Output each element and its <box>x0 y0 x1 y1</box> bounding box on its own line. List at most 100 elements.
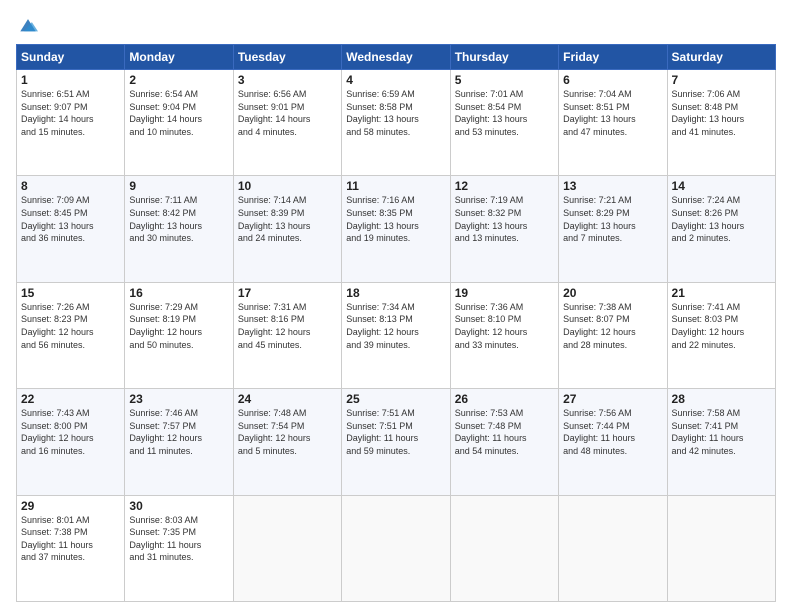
cell-info: Sunrise: 7:19 AM Sunset: 8:32 PM Dayligh… <box>455 194 554 244</box>
calendar-cell: 25Sunrise: 7:51 AM Sunset: 7:51 PM Dayli… <box>342 389 450 495</box>
day-of-week-thursday: Thursday <box>450 45 558 70</box>
day-number: 23 <box>129 392 228 406</box>
cell-info: Sunrise: 7:41 AM Sunset: 8:03 PM Dayligh… <box>672 301 771 351</box>
day-number: 3 <box>238 73 337 87</box>
cell-info: Sunrise: 6:54 AM Sunset: 9:04 PM Dayligh… <box>129 88 228 138</box>
calendar-cell: 3Sunrise: 6:56 AM Sunset: 9:01 PM Daylig… <box>233 70 341 176</box>
calendar-cell: 8Sunrise: 7:09 AM Sunset: 8:45 PM Daylig… <box>17 176 125 282</box>
day-number: 25 <box>346 392 445 406</box>
cell-info: Sunrise: 7:14 AM Sunset: 8:39 PM Dayligh… <box>238 194 337 244</box>
calendar-cell: 9Sunrise: 7:11 AM Sunset: 8:42 PM Daylig… <box>125 176 233 282</box>
day-number: 19 <box>455 286 554 300</box>
cell-info: Sunrise: 7:24 AM Sunset: 8:26 PM Dayligh… <box>672 194 771 244</box>
cell-info: Sunrise: 6:51 AM Sunset: 9:07 PM Dayligh… <box>21 88 120 138</box>
day-number: 20 <box>563 286 662 300</box>
day-number: 22 <box>21 392 120 406</box>
day-number: 27 <box>563 392 662 406</box>
cell-info: Sunrise: 7:21 AM Sunset: 8:29 PM Dayligh… <box>563 194 662 244</box>
day-of-week-wednesday: Wednesday <box>342 45 450 70</box>
day-number: 28 <box>672 392 771 406</box>
calendar-cell: 10Sunrise: 7:14 AM Sunset: 8:39 PM Dayli… <box>233 176 341 282</box>
day-number: 14 <box>672 179 771 193</box>
calendar-cell: 22Sunrise: 7:43 AM Sunset: 8:00 PM Dayli… <box>17 389 125 495</box>
day-of-week-saturday: Saturday <box>667 45 775 70</box>
calendar-cell: 16Sunrise: 7:29 AM Sunset: 8:19 PM Dayli… <box>125 282 233 388</box>
calendar-cell: 11Sunrise: 7:16 AM Sunset: 8:35 PM Dayli… <box>342 176 450 282</box>
cell-info: Sunrise: 7:34 AM Sunset: 8:13 PM Dayligh… <box>346 301 445 351</box>
day-of-week-sunday: Sunday <box>17 45 125 70</box>
day-number: 18 <box>346 286 445 300</box>
calendar-container: SundayMondayTuesdayWednesdayThursdayFrid… <box>0 0 792 612</box>
day-number: 12 <box>455 179 554 193</box>
day-number: 29 <box>21 499 120 513</box>
calendar-cell: 6Sunrise: 7:04 AM Sunset: 8:51 PM Daylig… <box>559 70 667 176</box>
cell-info: Sunrise: 7:38 AM Sunset: 8:07 PM Dayligh… <box>563 301 662 351</box>
calendar-cell: 1Sunrise: 6:51 AM Sunset: 9:07 PM Daylig… <box>17 70 125 176</box>
calendar-cell: 19Sunrise: 7:36 AM Sunset: 8:10 PM Dayli… <box>450 282 558 388</box>
day-number: 24 <box>238 392 337 406</box>
cell-info: Sunrise: 7:51 AM Sunset: 7:51 PM Dayligh… <box>346 407 445 457</box>
day-number: 7 <box>672 73 771 87</box>
cell-info: Sunrise: 7:31 AM Sunset: 8:16 PM Dayligh… <box>238 301 337 351</box>
calendar-cell: 12Sunrise: 7:19 AM Sunset: 8:32 PM Dayli… <box>450 176 558 282</box>
day-of-week-friday: Friday <box>559 45 667 70</box>
calendar-cell: 14Sunrise: 7:24 AM Sunset: 8:26 PM Dayli… <box>667 176 775 282</box>
cell-info: Sunrise: 6:59 AM Sunset: 8:58 PM Dayligh… <box>346 88 445 138</box>
cell-info: Sunrise: 8:03 AM Sunset: 7:35 PM Dayligh… <box>129 514 228 564</box>
day-number: 26 <box>455 392 554 406</box>
calendar-cell <box>667 495 775 601</box>
calendar-cell: 26Sunrise: 7:53 AM Sunset: 7:48 PM Dayli… <box>450 389 558 495</box>
day-number: 15 <box>21 286 120 300</box>
cell-info: Sunrise: 7:06 AM Sunset: 8:48 PM Dayligh… <box>672 88 771 138</box>
day-number: 2 <box>129 73 228 87</box>
day-number: 9 <box>129 179 228 193</box>
cell-info: Sunrise: 7:26 AM Sunset: 8:23 PM Dayligh… <box>21 301 120 351</box>
cell-info: Sunrise: 7:36 AM Sunset: 8:10 PM Dayligh… <box>455 301 554 351</box>
day-number: 16 <box>129 286 228 300</box>
calendar-cell: 29Sunrise: 8:01 AM Sunset: 7:38 PM Dayli… <box>17 495 125 601</box>
cell-info: Sunrise: 7:29 AM Sunset: 8:19 PM Dayligh… <box>129 301 228 351</box>
day-number: 11 <box>346 179 445 193</box>
day-number: 21 <box>672 286 771 300</box>
cell-info: Sunrise: 7:53 AM Sunset: 7:48 PM Dayligh… <box>455 407 554 457</box>
cell-info: Sunrise: 6:56 AM Sunset: 9:01 PM Dayligh… <box>238 88 337 138</box>
day-number: 5 <box>455 73 554 87</box>
calendar-cell: 21Sunrise: 7:41 AM Sunset: 8:03 PM Dayli… <box>667 282 775 388</box>
day-of-week-monday: Monday <box>125 45 233 70</box>
calendar-cell: 13Sunrise: 7:21 AM Sunset: 8:29 PM Dayli… <box>559 176 667 282</box>
cell-info: Sunrise: 7:46 AM Sunset: 7:57 PM Dayligh… <box>129 407 228 457</box>
cell-info: Sunrise: 7:09 AM Sunset: 8:45 PM Dayligh… <box>21 194 120 244</box>
day-number: 17 <box>238 286 337 300</box>
day-number: 10 <box>238 179 337 193</box>
cell-info: Sunrise: 7:16 AM Sunset: 8:35 PM Dayligh… <box>346 194 445 244</box>
cell-info: Sunrise: 8:01 AM Sunset: 7:38 PM Dayligh… <box>21 514 120 564</box>
calendar-cell: 5Sunrise: 7:01 AM Sunset: 8:54 PM Daylig… <box>450 70 558 176</box>
calendar-cell: 27Sunrise: 7:56 AM Sunset: 7:44 PM Dayli… <box>559 389 667 495</box>
cell-info: Sunrise: 7:56 AM Sunset: 7:44 PM Dayligh… <box>563 407 662 457</box>
calendar-cell: 17Sunrise: 7:31 AM Sunset: 8:16 PM Dayli… <box>233 282 341 388</box>
calendar-cell: 15Sunrise: 7:26 AM Sunset: 8:23 PM Dayli… <box>17 282 125 388</box>
calendar-cell: 30Sunrise: 8:03 AM Sunset: 7:35 PM Dayli… <box>125 495 233 601</box>
day-of-week-tuesday: Tuesday <box>233 45 341 70</box>
logo-icon <box>16 16 40 36</box>
cell-info: Sunrise: 7:43 AM Sunset: 8:00 PM Dayligh… <box>21 407 120 457</box>
calendar-cell <box>233 495 341 601</box>
cell-info: Sunrise: 7:01 AM Sunset: 8:54 PM Dayligh… <box>455 88 554 138</box>
header <box>16 16 776 36</box>
calendar-cell: 28Sunrise: 7:58 AM Sunset: 7:41 PM Dayli… <box>667 389 775 495</box>
day-number: 30 <box>129 499 228 513</box>
day-number: 13 <box>563 179 662 193</box>
calendar-header-row: SundayMondayTuesdayWednesdayThursdayFrid… <box>17 45 776 70</box>
calendar-cell: 2Sunrise: 6:54 AM Sunset: 9:04 PM Daylig… <box>125 70 233 176</box>
calendar-cell <box>450 495 558 601</box>
day-number: 1 <box>21 73 120 87</box>
cell-info: Sunrise: 7:04 AM Sunset: 8:51 PM Dayligh… <box>563 88 662 138</box>
calendar-cell: 23Sunrise: 7:46 AM Sunset: 7:57 PM Dayli… <box>125 389 233 495</box>
calendar-cell <box>342 495 450 601</box>
calendar-cell: 4Sunrise: 6:59 AM Sunset: 8:58 PM Daylig… <box>342 70 450 176</box>
calendar-cell: 18Sunrise: 7:34 AM Sunset: 8:13 PM Dayli… <box>342 282 450 388</box>
cell-info: Sunrise: 7:58 AM Sunset: 7:41 PM Dayligh… <box>672 407 771 457</box>
calendar-table: SundayMondayTuesdayWednesdayThursdayFrid… <box>16 44 776 602</box>
day-number: 6 <box>563 73 662 87</box>
logo <box>16 16 44 36</box>
